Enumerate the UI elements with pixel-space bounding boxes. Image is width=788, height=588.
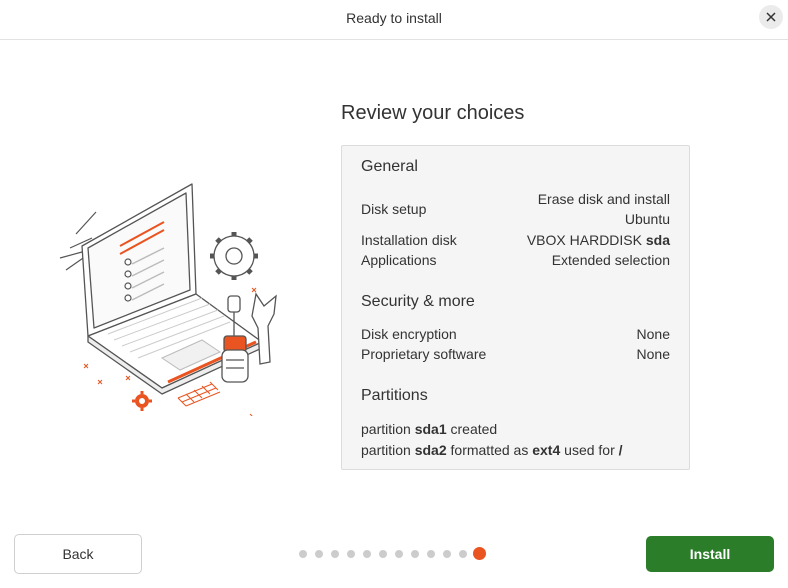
laptop-tools-illustration <box>59 183 277 416</box>
partition-2-used: used for <box>564 442 615 458</box>
installation-disk-device: sda <box>645 232 670 248</box>
back-button[interactable]: Back <box>14 534 142 574</box>
installation-disk-value: VBOX HARDDISK sda <box>526 232 670 248</box>
step-dot <box>379 550 387 558</box>
section-partitions-title: Partitions <box>361 387 428 404</box>
partition-1-device: sda1 <box>414 421 447 437</box>
step-dot <box>395 550 403 558</box>
installer-window: Ready to install Review your choices Gen… <box>0 0 788 588</box>
row-installation-disk: Installation disk VBOX HARDDISK sda <box>361 230 670 250</box>
step-dot <box>363 550 371 558</box>
partition-2-device: sda2 <box>414 442 447 458</box>
step-dot <box>443 550 451 558</box>
partition-2-fs: ext4 <box>532 442 561 458</box>
close-icon <box>766 12 776 22</box>
section-security-title: Security & more <box>361 293 475 310</box>
partition-1-suffix: created <box>450 421 498 437</box>
window-title: Ready to install <box>346 10 442 26</box>
disk-setup-value-line1: Erase disk and install <box>537 191 670 207</box>
proprietary-software-value: None <box>636 346 670 362</box>
section-general-title: General <box>361 158 418 175</box>
disk-encryption-label: Disk encryption <box>361 326 457 342</box>
close-button[interactable] <box>759 5 783 29</box>
partition-2-mid: formatted as <box>450 442 529 458</box>
partition-row-2: partition sda2 formatted as ext4 used fo… <box>361 440 670 460</box>
install-button[interactable]: Install <box>646 536 774 572</box>
row-proprietary-software: Proprietary software None <box>361 344 670 364</box>
row-applications: Applications Extended selection <box>361 250 670 270</box>
proprietary-software-label: Proprietary software <box>361 346 487 362</box>
review-title: Review your choices <box>341 102 525 124</box>
step-dot <box>331 550 339 558</box>
step-dot <box>315 550 323 558</box>
partition-row-1: partition sda1 created <box>361 419 670 439</box>
step-dot <box>427 550 435 558</box>
step-dot <box>459 550 467 558</box>
disk-encryption-value: None <box>636 326 670 342</box>
installation-disk-label: Installation disk <box>361 232 457 248</box>
header-bar: Ready to install <box>0 0 788 40</box>
partition-2-mount: / <box>618 442 623 458</box>
partition-2-prefix: partition <box>361 442 411 458</box>
row-disk-encryption: Disk encryption None <box>361 324 670 344</box>
disk-setup-value-line2: Ubuntu <box>624 211 670 227</box>
applications-value: Extended selection <box>551 252 670 268</box>
step-dot-active <box>473 547 486 560</box>
step-dot <box>347 550 355 558</box>
step-dot <box>411 550 419 558</box>
partition-1-prefix: partition <box>361 421 411 437</box>
row-disk-setup: Disk setup Erase disk and install Ubuntu <box>361 189 670 229</box>
summary-panel: General Disk setup Erase disk and instal… <box>341 145 690 470</box>
applications-label: Applications <box>361 252 437 268</box>
step-dot <box>299 550 307 558</box>
disk-setup-label: Disk setup <box>361 201 427 217</box>
